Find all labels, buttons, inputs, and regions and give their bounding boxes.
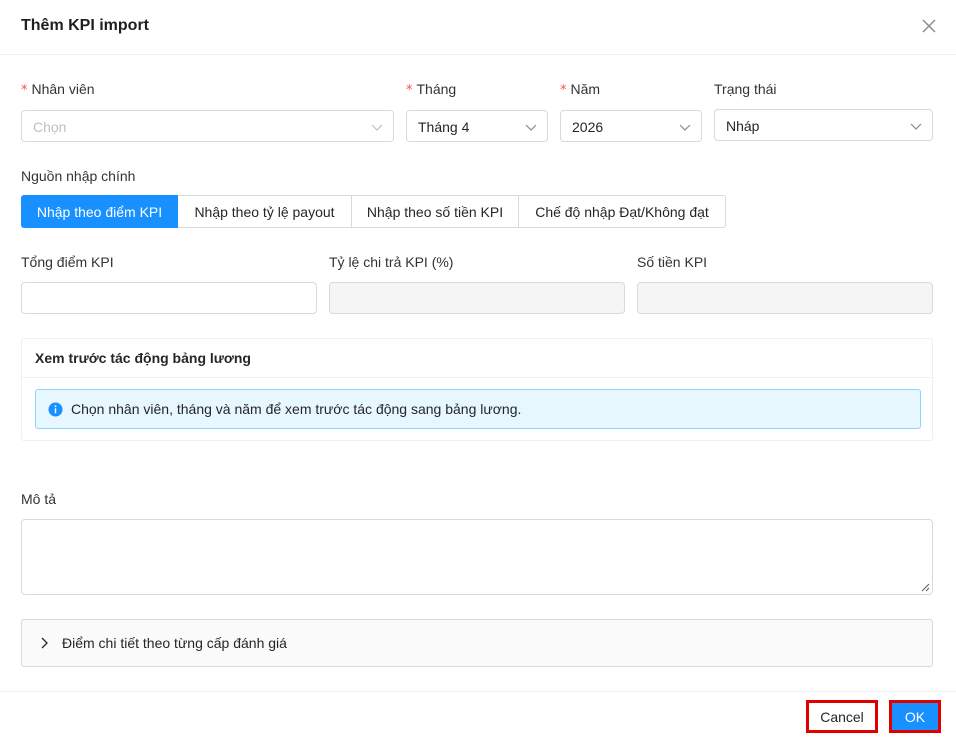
- total-score-label: Tổng điểm KPI: [21, 254, 114, 270]
- source-option-pass-fail[interactable]: Chế độ nhập Đạt/Không đạt: [519, 195, 726, 228]
- modal-header: Thêm KPI import: [0, 0, 956, 55]
- payout-rate-label: Tỷ lệ chi trả KPI (%): [329, 254, 454, 270]
- employee-select[interactable]: Chọn: [21, 110, 394, 142]
- source-option-kpi-score[interactable]: Nhập theo điểm KPI: [21, 195, 178, 228]
- detail-scores-label: Điểm chi tiết theo từng cấp đánh giá: [62, 635, 287, 651]
- cancel-button[interactable]: Cancel: [806, 700, 878, 733]
- year-label-text: Năm: [570, 81, 601, 97]
- preview-title: Xem trước tác động bảng lương: [35, 350, 251, 366]
- required-mark: *: [21, 83, 28, 98]
- description-label: Mô tả: [21, 491, 57, 507]
- source-option-payout-rate[interactable]: Nhập theo tỷ lệ payout: [178, 195, 352, 228]
- required-mark: *: [560, 83, 567, 98]
- month-label-text: Tháng: [416, 81, 457, 97]
- chevron-down-icon: [525, 124, 537, 131]
- kpi-amount-label: Số tiền KPI: [637, 254, 708, 270]
- status-value: Nháp: [726, 118, 760, 134]
- employee-label-text: Nhân viên: [31, 81, 95, 97]
- total-score-input[interactable]: [21, 282, 317, 314]
- divider: [22, 377, 932, 378]
- month-select[interactable]: Tháng 4: [406, 110, 548, 142]
- payroll-preview-card: Xem trước tác động bảng lương Chọn nhân …: [21, 338, 933, 441]
- modal-title: Thêm KPI import: [21, 17, 150, 34]
- description-textarea[interactable]: [21, 519, 933, 595]
- detail-scores-collapse[interactable]: Điểm chi tiết theo từng cấp đánh giá: [21, 619, 933, 667]
- source-option-kpi-amount[interactable]: Nhập theo số tiền KPI: [352, 195, 519, 228]
- status-select[interactable]: Nháp: [714, 109, 933, 141]
- source-segmented-control: Nhập theo điểm KPI Nhập theo tỷ lệ payou…: [21, 195, 726, 228]
- info-alert-text: Chọn nhân viên, tháng và năm để xem trướ…: [71, 401, 522, 417]
- kpi-amount-input: [637, 282, 933, 314]
- payout-rate-input: [329, 282, 625, 314]
- chevron-down-icon: [910, 123, 922, 130]
- year-label: * Năm: [560, 81, 600, 98]
- info-circle-icon: [48, 402, 63, 417]
- info-alert: Chọn nhân viên, tháng và năm để xem trướ…: [35, 389, 921, 429]
- resize-handle-icon[interactable]: [920, 582, 930, 592]
- close-icon[interactable]: [918, 15, 940, 37]
- year-select[interactable]: 2026: [560, 110, 702, 142]
- chevron-down-icon: [371, 124, 383, 131]
- year-value: 2026: [572, 119, 604, 135]
- ok-button[interactable]: OK: [889, 700, 941, 733]
- chevron-right-icon: [41, 637, 48, 649]
- month-label: * Tháng: [406, 81, 456, 98]
- month-value: Tháng 4: [418, 119, 470, 135]
- employee-placeholder: Chọn: [33, 119, 67, 135]
- employee-label: * Nhân viên: [21, 81, 95, 98]
- required-mark: *: [406, 83, 413, 98]
- source-label: Nguồn nhập chính: [21, 168, 136, 184]
- chevron-down-icon: [679, 124, 691, 131]
- status-label: Trạng thái: [714, 81, 777, 97]
